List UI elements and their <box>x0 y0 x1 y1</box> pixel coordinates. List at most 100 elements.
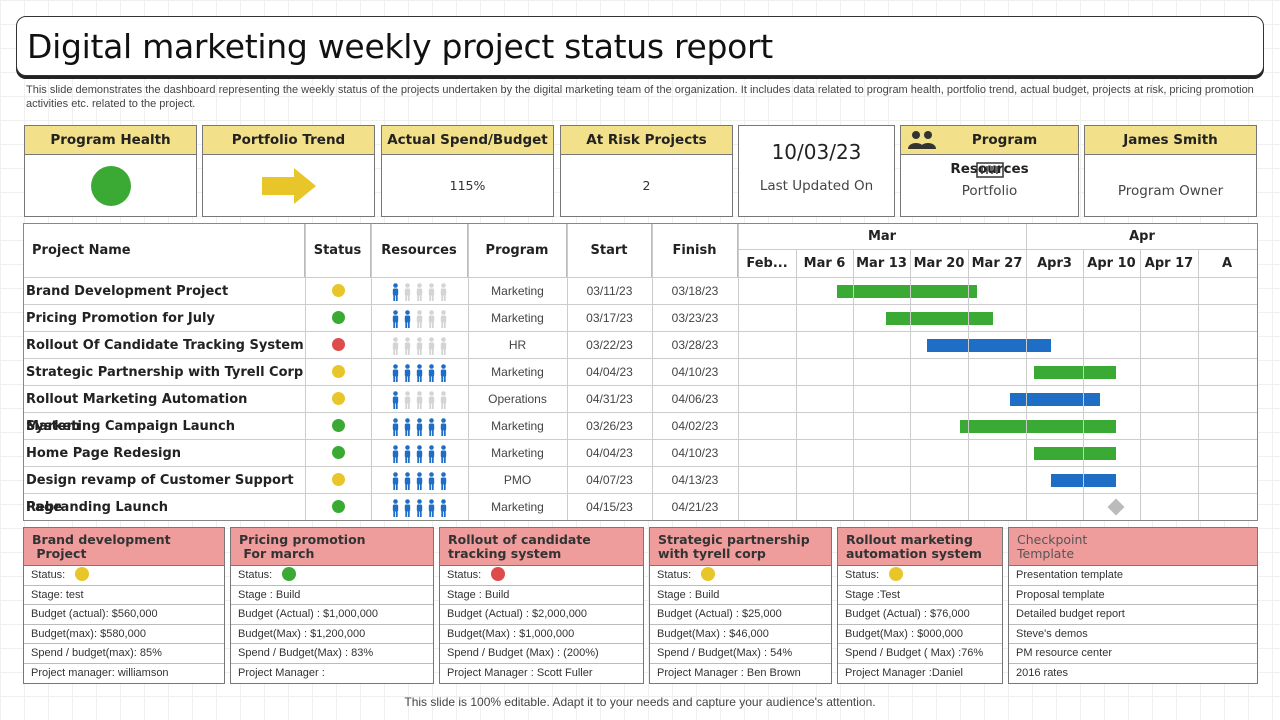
person-icon <box>416 337 423 355</box>
card-program-health: Program Health <box>24 125 197 217</box>
finish-cell: 04/10/23 <box>671 365 719 379</box>
status-cell <box>305 467 371 494</box>
owner-role: Program Owner <box>1117 183 1224 199</box>
person-icon <box>392 391 399 409</box>
panel-title: Checkpoint Template <box>1009 528 1257 566</box>
status-dot <box>701 567 716 582</box>
grid-line <box>738 224 739 520</box>
project-name: Design revamp of Customer Support Page <box>26 473 294 515</box>
card-actual-spend: Actual Spend/Budget 115% <box>381 125 554 217</box>
status-dot <box>889 567 904 582</box>
panel-detail-row: Project Manager : Scott Fuller <box>447 666 593 679</box>
panel-title: Rollout of candidate tracking system <box>440 528 643 566</box>
person-icon <box>392 337 399 355</box>
table-row: Rollout Marketing Automation System Opera… <box>24 385 1257 434</box>
program-cell: Marketing <box>491 311 544 325</box>
finish-cell: 04/02/23 <box>671 419 719 433</box>
status-cell <box>305 386 371 413</box>
table-row: Design revamp of Customer Support Page PM… <box>24 466 1257 515</box>
person-icon <box>416 472 423 490</box>
project-name: Rollout Of Candidate Tracking System <box>26 338 304 353</box>
program-cell: Marketing <box>491 500 544 514</box>
project-name: Rebranding Launch <box>26 500 168 515</box>
panel-detail-row: Stage :Test <box>838 586 1002 606</box>
panel-detail-row: Budget (Actual) : $2,000,000 <box>440 605 643 625</box>
at-risk-value: 2 <box>642 178 651 193</box>
card-header: Actual Spend/Budget <box>382 126 553 155</box>
program-cell: Operations <box>488 392 547 406</box>
person-icon <box>440 391 447 409</box>
person-icon <box>440 337 447 355</box>
col-header-program: Program <box>468 224 567 277</box>
person-icon <box>428 499 435 517</box>
status-dot <box>331 500 345 514</box>
person-icon <box>404 499 411 517</box>
grid-line <box>1140 250 1141 520</box>
person-icon <box>416 310 423 328</box>
person-icon <box>440 445 447 463</box>
person-icon <box>392 445 399 463</box>
right-arrow-icon <box>261 168 316 204</box>
status-label: Status: <box>845 569 880 581</box>
resources-cell <box>371 332 468 359</box>
panel-detail-row: Budget (actual): $560,000 <box>24 605 224 625</box>
status-dot <box>331 311 345 325</box>
panel-detail-row: Budget (Actual) : $76,000 <box>838 605 1002 625</box>
status-cell <box>305 332 371 359</box>
col-header-name: Project Name <box>24 224 305 277</box>
panel-detail-row: Stage: test <box>24 586 224 606</box>
resources-cell <box>371 305 468 332</box>
status-dot <box>75 567 90 582</box>
status-cell <box>305 494 371 521</box>
person-icon <box>416 418 423 436</box>
person-icon <box>404 283 411 301</box>
table-row: Brand Development Project Marketing 03/11/… <box>24 277 1257 304</box>
card-header: At Risk Projects <box>561 126 732 155</box>
start-cell: 03/26/23 <box>586 419 633 433</box>
resources-cell <box>371 386 468 413</box>
project-summary-panel: Rollout of candidate tracking system Stat… <box>439 527 644 684</box>
week-header: Apr 17 <box>1144 256 1194 271</box>
person-icon <box>392 364 399 382</box>
status-dot <box>331 284 345 298</box>
panel-detail-row: Budget(Max) : $1,000,000 <box>440 625 643 645</box>
panel-detail-row: Budget(Max) : $46,000 <box>650 625 831 645</box>
person-icon <box>440 499 447 517</box>
resources-cell <box>371 359 468 386</box>
status-dot <box>331 365 345 379</box>
start-cell: 04/07/23 <box>586 473 633 487</box>
panel-title: Brand development Project <box>24 528 224 566</box>
project-name: Marketing Campaign Launch <box>26 419 235 434</box>
panel-status-row: Status: <box>231 566 433 586</box>
status-dot <box>331 446 345 460</box>
status-cell <box>305 278 371 305</box>
col-header-resources: Resources <box>371 224 468 277</box>
person-icon <box>404 364 411 382</box>
finish-cell: 03/28/23 <box>671 338 719 352</box>
status-label: Status: <box>447 569 482 581</box>
program-cell: HR <box>508 338 527 352</box>
status-dot <box>491 567 506 582</box>
week-header: Feb... <box>746 256 788 271</box>
month-header: Apr <box>1026 224 1257 250</box>
person-icon <box>404 472 411 490</box>
person-icon <box>428 445 435 463</box>
grid-line <box>1026 224 1027 520</box>
panel-detail-row: Budget(Max) : $1,200,000 <box>231 625 433 645</box>
panel-title: Rollout marketing automation system <box>838 528 1002 566</box>
checkpoint-item: Steve's demos <box>1009 625 1257 645</box>
finish-cell: 04/10/23 <box>671 446 719 460</box>
checkpoint-item: 2016 rates <box>1016 666 1068 679</box>
week-header: Apr3 <box>1037 256 1072 271</box>
start-cell: 04/15/23 <box>586 500 633 514</box>
program-cell: Marketing <box>491 446 544 460</box>
spend-value: 115% <box>449 178 486 193</box>
gantt-bar <box>960 420 1117 433</box>
title-box: Digital marketing weekly project status … <box>16 16 1264 76</box>
panel-detail-row: Budget (Actual) : $1,000,000 <box>231 605 433 625</box>
description: This slide demonstrates the dashboard re… <box>26 84 1254 110</box>
start-cell: 04/04/23 <box>586 365 633 379</box>
last-updated-date: 10/03/23 <box>771 140 862 164</box>
checkpoint-item: PM resource center <box>1009 644 1257 664</box>
status-label: Status: <box>31 569 66 581</box>
